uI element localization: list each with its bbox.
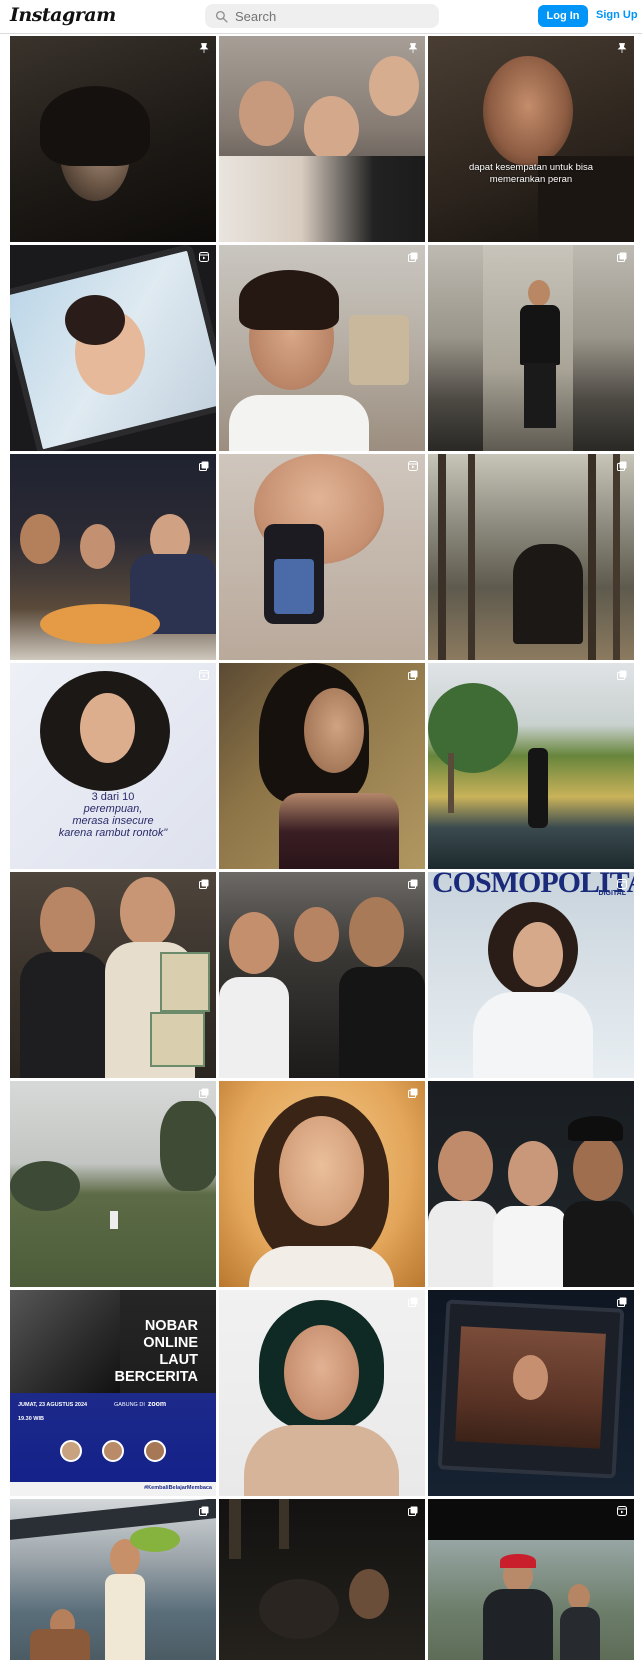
poster-title-line: ONLINE	[143, 1335, 198, 1351]
search-box[interactable]	[205, 4, 439, 28]
post-tile[interactable]	[428, 1499, 634, 1660]
poster-hashtag: #KembaliBelajarMembaca	[144, 1485, 212, 1491]
poster-join-label: GABUNG DI	[114, 1401, 145, 1408]
carousel-icon	[407, 1295, 419, 1307]
pin-icon	[616, 41, 628, 53]
carousel-icon	[407, 668, 419, 680]
caption-line: karena rambut rontok"	[58, 827, 168, 839]
post-caption-overlay: 3 dari 10 perempuan, merasa insecure kar…	[10, 791, 216, 839]
carousel-icon	[407, 250, 419, 262]
poster-date: JUMAT, 23 AGUSTUS 2024	[18, 1402, 88, 1408]
caption-line: 3 dari 10	[91, 791, 135, 803]
post-tile[interactable]	[428, 1290, 634, 1496]
post-tile[interactable]: 3 dari 10 perempuan, merasa insecure kar…	[10, 663, 216, 869]
poster-time: 19.30 WIB	[18, 1416, 44, 1422]
caption-line: merasa insecure	[72, 815, 154, 827]
log-in-button[interactable]: Log In	[538, 5, 588, 27]
post-tile[interactable]	[428, 245, 634, 451]
post-tile[interactable]	[219, 245, 425, 451]
post-tile[interactable]	[219, 454, 425, 660]
pin-icon	[198, 41, 210, 53]
post-tile[interactable]: COSMOPOLITAN DIGITAL	[428, 872, 634, 1078]
post-tile[interactable]	[219, 872, 425, 1078]
search-input[interactable]	[235, 8, 435, 24]
poster-title: NOBAR ONLINE LAUT BERCERITA	[114, 1318, 198, 1386]
caption-line: perempuan,	[83, 803, 143, 815]
post-tile[interactable]	[10, 1081, 216, 1287]
post-tile[interactable]	[10, 245, 216, 451]
reel-icon	[198, 250, 210, 262]
carousel-icon	[198, 1086, 210, 1098]
carousel-icon	[198, 459, 210, 471]
post-tile[interactable]	[10, 1499, 216, 1660]
reel-icon	[616, 877, 628, 889]
post-caption: dapat kesempatan untuk bisa memerankan p…	[468, 162, 594, 185]
post-tile[interactable]	[428, 1081, 634, 1287]
post-tile[interactable]	[219, 663, 425, 869]
carousel-icon	[616, 250, 628, 262]
sign-up-link[interactable]: Sign Up	[596, 9, 638, 21]
instagram-logo[interactable]: Instagram	[10, 4, 116, 26]
post-tile[interactable]	[219, 36, 425, 242]
pin-icon	[407, 41, 419, 53]
post-tile[interactable]: NOBAR ONLINE LAUT BERCERITA JUMAT, 23 AG…	[10, 1290, 216, 1496]
poster-title-line: LAUT	[159, 1352, 198, 1368]
carousel-icon	[198, 877, 210, 889]
carousel-icon	[616, 1295, 628, 1307]
post-grid: dapat kesempatan untuk bisa memerankan p…	[10, 36, 634, 1660]
carousel-icon	[616, 668, 628, 680]
reel-icon	[616, 1504, 628, 1516]
poster-join: GABUNG DI zoom	[114, 1401, 166, 1408]
zoom-logo: zoom	[147, 1401, 167, 1408]
post-tile[interactable]	[10, 454, 216, 660]
post-tile[interactable]	[219, 1081, 425, 1287]
carousel-icon	[407, 1504, 419, 1516]
post-tile[interactable]	[219, 1290, 425, 1496]
post-tile[interactable]	[10, 36, 216, 242]
carousel-icon	[616, 459, 628, 471]
post-tile[interactable]: dapat kesempatan untuk bisa memerankan p…	[428, 36, 634, 242]
top-navigation-bar: Instagram Log In Sign Up	[0, 0, 642, 34]
search-icon	[215, 9, 229, 23]
post-tile[interactable]	[428, 663, 634, 869]
poster-title-line: NOBAR	[144, 1318, 198, 1334]
carousel-icon	[407, 1086, 419, 1098]
post-tile[interactable]	[428, 454, 634, 660]
post-tile[interactable]	[219, 1499, 425, 1660]
post-tile[interactable]	[10, 872, 216, 1078]
carousel-icon	[407, 877, 419, 889]
carousel-icon	[198, 1504, 210, 1516]
poster-title-line: BERCERITA	[114, 1369, 198, 1385]
reel-icon	[198, 668, 210, 680]
reel-icon	[407, 459, 419, 471]
magazine-sub: DIGITAL	[598, 890, 626, 897]
